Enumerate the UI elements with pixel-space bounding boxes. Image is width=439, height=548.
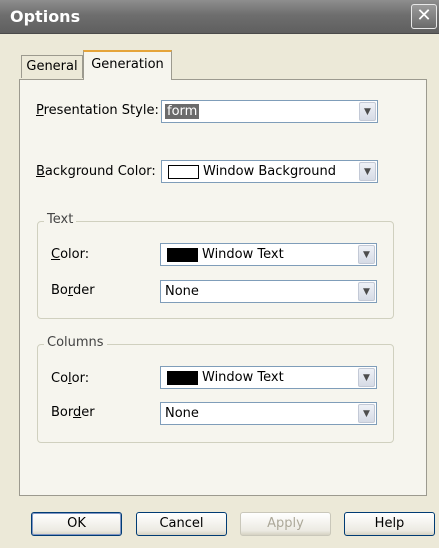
presentation-style-value: form [165, 104, 200, 119]
apply-button[interactable]: Apply [240, 512, 331, 536]
text-border-label: Border [51, 283, 95, 298]
background-color-swatch [168, 165, 199, 179]
columns-color-label: Color: [51, 371, 90, 386]
columns-border-label: Border [51, 405, 95, 420]
chevron-down-icon[interactable]: ▼ [359, 102, 376, 121]
presentation-style-label: Presentation Style: [36, 103, 159, 118]
chevron-down-icon[interactable]: ▼ [358, 368, 375, 387]
text-border-value: None [165, 284, 199, 299]
options-dialog: Options ✕ General Generation Presentatio… [0, 0, 439, 548]
tab-generation[interactable]: Generation [83, 50, 172, 80]
text-color-dropdown[interactable]: Window Text ▼ [160, 243, 377, 266]
text-color-value: Window Text [202, 247, 284, 262]
columns-color-value: Window Text [202, 370, 284, 385]
presentation-style-dropdown[interactable]: form ▼ [161, 100, 378, 123]
columns-border-value: None [165, 406, 199, 421]
columns-group [37, 344, 394, 443]
tab-general[interactable]: General [21, 55, 83, 78]
columns-color-swatch [167, 371, 198, 385]
background-color-value: Window Background [203, 164, 336, 179]
text-group-caption: Text [44, 212, 77, 227]
columns-color-dropdown[interactable]: Window Text ▼ [160, 366, 377, 389]
ok-button[interactable]: OK [31, 512, 122, 536]
title-bar: Options ✕ [0, 0, 439, 34]
background-color-label: Background Color: [36, 164, 156, 179]
background-color-dropdown[interactable]: Window Background ▼ [161, 160, 378, 183]
text-color-swatch [167, 248, 198, 262]
text-border-dropdown[interactable]: None ▼ [160, 280, 377, 303]
text-group [37, 221, 394, 319]
chevron-down-icon[interactable]: ▼ [358, 404, 375, 423]
chevron-down-icon[interactable]: ▼ [359, 162, 376, 181]
text-color-label: Color: [51, 247, 90, 262]
columns-border-dropdown[interactable]: None ▼ [160, 402, 377, 425]
close-button[interactable]: ✕ [411, 4, 437, 29]
dialog-title: Options [10, 7, 81, 26]
chevron-down-icon[interactable]: ▼ [358, 282, 375, 301]
columns-group-caption: Columns [44, 335, 107, 350]
help-button[interactable]: Help [344, 512, 435, 536]
chevron-down-icon[interactable]: ▼ [358, 245, 375, 264]
cancel-button[interactable]: Cancel [136, 512, 227, 536]
close-icon: ✕ [416, 5, 432, 26]
